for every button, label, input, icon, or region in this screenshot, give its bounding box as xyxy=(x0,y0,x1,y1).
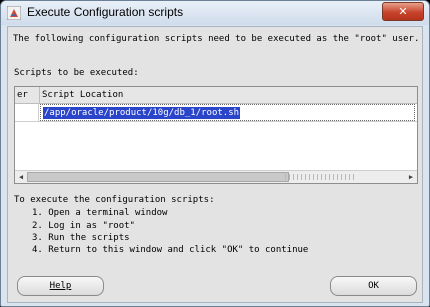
close-button[interactable]: ✕ xyxy=(382,2,424,21)
window-title: Execute Configuration scripts xyxy=(27,5,184,19)
table-row[interactable]: /app/oracle/product/10g/db_1/root.sh xyxy=(15,104,417,122)
help-button-label: Help xyxy=(49,281,72,291)
column-header-script-location[interactable]: Script Location xyxy=(40,87,417,103)
horizontal-scrollbar[interactable]: ◀ ▶ xyxy=(15,170,417,183)
column-header-er[interactable]: er xyxy=(15,87,40,103)
instruction-step: 1. Open a terminal window xyxy=(32,208,168,218)
scrollbar-thumb[interactable] xyxy=(27,172,289,182)
title-bar[interactable]: Execute Configuration scripts ✕ xyxy=(1,1,429,25)
scroll-right-arrow-icon[interactable]: ▶ xyxy=(406,172,416,182)
intro-text: The following configuration scripts need… xyxy=(13,34,420,44)
scrollbar-grip xyxy=(285,174,355,180)
help-button[interactable]: Help xyxy=(17,276,104,296)
table-header: er Script Location xyxy=(15,87,417,104)
dialog-window: Execute Configuration scripts ✕ The foll… xyxy=(0,0,430,307)
instruction-step: 3. Run the scripts xyxy=(32,233,130,243)
instruction-step: 4. Return to this window and click "OK" … xyxy=(32,245,309,255)
row-er-cell xyxy=(15,104,39,121)
script-location-cell[interactable]: /app/oracle/product/10g/db_1/root.sh xyxy=(40,104,415,121)
scripts-label: Scripts to be executed: xyxy=(14,68,139,78)
script-location-text[interactable]: /app/oracle/product/10g/db_1/root.sh xyxy=(43,107,241,119)
dialog-content: The following configuration scripts need… xyxy=(7,26,423,303)
ok-button[interactable]: OK xyxy=(330,276,417,296)
ok-button-label: OK xyxy=(368,281,379,291)
instruction-step: 2. Log in as "root" xyxy=(32,221,135,231)
scroll-left-arrow-icon[interactable]: ◀ xyxy=(16,172,26,182)
close-icon: ✕ xyxy=(398,5,408,18)
java-app-icon xyxy=(7,6,21,20)
scripts-table: er Script Location /app/oracle/product/1… xyxy=(14,86,418,184)
instructions-heading: To execute the configuration scripts: xyxy=(14,195,215,205)
